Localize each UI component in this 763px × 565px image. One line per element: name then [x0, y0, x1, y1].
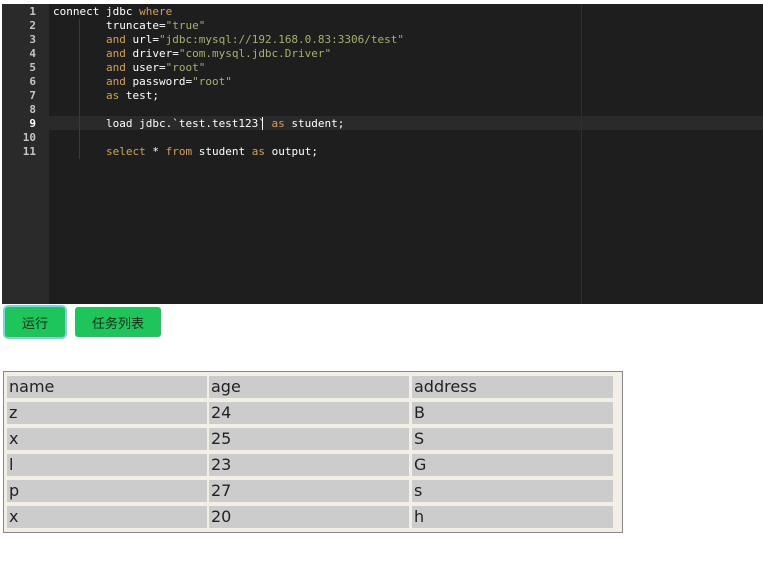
code-line: load jdbc.`test.test123` as student;	[53, 117, 344, 131]
code-editor[interactable]: 1 2 3 4 5 6 7 8 9 10 11 connect jdbc where truncate…	[2, 4, 763, 304]
code-token: output;	[264, 145, 318, 158]
table-cell: 27	[209, 480, 409, 502]
table-cell: x	[7, 506, 207, 528]
table-cell: s	[412, 480, 613, 502]
code-line: and user="root"	[53, 61, 205, 75]
line-number: 7	[29, 89, 36, 102]
table-cell: z	[7, 402, 207, 424]
task-list-button[interactable]: 任务列表	[75, 307, 161, 337]
table-cell: x	[7, 428, 207, 450]
code-token: "com.mysql.jdbc.Driver"	[178, 47, 332, 60]
code-token: connect	[53, 5, 106, 18]
code-line: truncate="true"	[53, 19, 205, 33]
line-number: 3	[29, 33, 36, 46]
code-line: select * from student as output;	[53, 145, 318, 159]
table-cell: 23	[209, 454, 409, 476]
line-number: 10	[22, 131, 36, 144]
code-token: password	[125, 75, 186, 88]
code-line: and driver="com.mysql.jdbc.Driver"	[53, 47, 331, 61]
code-token: "true"	[165, 19, 206, 32]
line-number: 4	[29, 47, 36, 60]
line-number: 11	[22, 145, 36, 158]
code-token: load jdbc.`test.test123`	[53, 117, 272, 130]
table-cell: l	[7, 454, 207, 476]
code-token: =	[152, 33, 159, 46]
code-token: =	[158, 61, 166, 74]
table-cell: p	[7, 480, 207, 502]
table-cell: G	[412, 454, 613, 476]
code-token: "root"	[192, 75, 232, 88]
indent-guide	[79, 19, 80, 159]
code-line: connect jdbc where	[53, 5, 172, 19]
code-token: as	[271, 117, 285, 130]
code-line: as test;	[53, 89, 159, 103]
line-number: 6	[29, 75, 36, 88]
table-cell: h	[412, 506, 613, 528]
table-header-cell: address	[412, 376, 613, 398]
code-token: *	[145, 145, 166, 158]
table-cell: 20	[209, 506, 409, 528]
table-cell: 24	[209, 402, 409, 424]
line-number: 5	[29, 61, 36, 74]
code-token: select	[105, 145, 146, 158]
table-header-cell: name	[7, 376, 207, 398]
table-cell: B	[412, 402, 613, 424]
code-token: "jdbc:mysql://192.168.0.83:3306/test"	[158, 33, 405, 46]
run-button[interactable]: 运行	[5, 307, 65, 337]
line-number: 9	[29, 117, 36, 130]
table-cell: S	[412, 428, 613, 450]
code-token: where	[139, 5, 173, 18]
code-token: "root"	[165, 61, 206, 74]
code-token: jdbc	[105, 5, 140, 18]
code-token: driver	[125, 47, 173, 60]
text-cursor	[262, 117, 263, 130]
code-token: test;	[119, 89, 159, 102]
code-token: and	[105, 75, 126, 88]
line-number: 2	[29, 19, 36, 32]
code-token: student	[192, 145, 252, 158]
line-number: 1	[29, 5, 36, 18]
result-table: name age address z 24 Bx 25 Sl 23 Gp 27 s x 20 h	[3, 371, 623, 533]
code-token: =	[172, 47, 179, 60]
code-line: and url="jdbc:mysql://192.168.0.83:3306/…	[53, 33, 404, 47]
code-token: and	[105, 47, 126, 60]
code-token: and	[105, 33, 126, 46]
line-number: 8	[29, 103, 36, 116]
code-token: student;	[284, 117, 345, 130]
code-token: truncate	[53, 19, 159, 32]
code-token: =	[158, 19, 166, 32]
code-token: and	[105, 61, 126, 74]
code-token: as	[105, 89, 120, 102]
table-cell: 25	[209, 428, 409, 450]
code-token: url	[125, 33, 153, 46]
table-header-cell: age	[209, 376, 409, 398]
code-token: from	[165, 145, 193, 158]
code-token: as	[251, 145, 265, 158]
code-token: user	[125, 61, 159, 74]
print-margin	[581, 4, 582, 304]
